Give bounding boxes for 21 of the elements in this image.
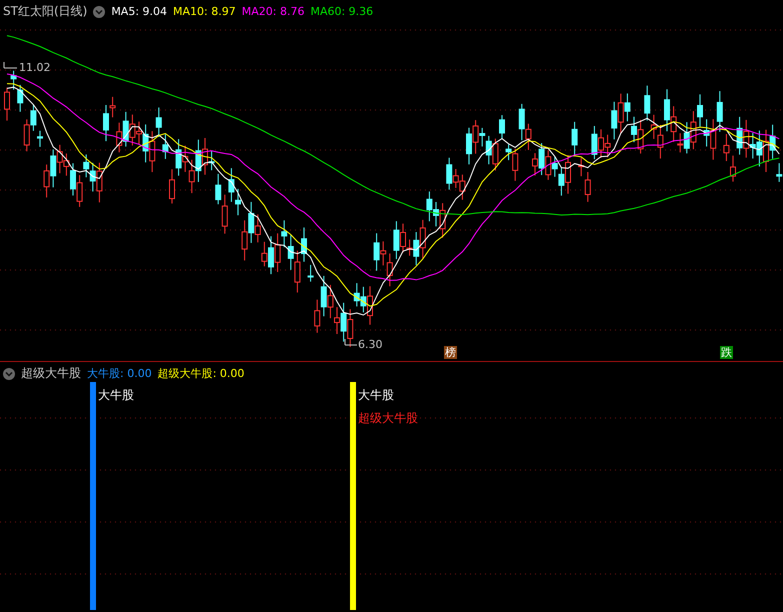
- event-badge[interactable]: 榜: [444, 346, 457, 359]
- signal-label: 超级大牛股: [358, 411, 418, 425]
- high-price-label: 11.02: [19, 62, 50, 74]
- candlestick: [776, 162, 782, 182]
- ma-indicator: MA5: 9.04: [111, 5, 168, 18]
- low-price-label: 6.30: [358, 339, 382, 351]
- high-marker-arrow-icon: [4, 62, 18, 68]
- ma-indicator: MA60: 9.36: [310, 5, 374, 18]
- ma-indicator: MA20: 8.76: [242, 5, 304, 18]
- chevron-down-icon[interactable]: [3, 368, 15, 380]
- event-badge[interactable]: 跌: [720, 346, 733, 359]
- candlestick: [308, 264, 314, 282]
- indicator-title: 超级大牛股: [21, 365, 81, 382]
- indicator-value: 大牛股: 0.00: [87, 366, 152, 381]
- stock-title: ST红太阳(日线): [3, 3, 88, 20]
- signal-label: 大牛股: [98, 388, 134, 402]
- signal-label: 大牛股: [358, 388, 394, 402]
- indicator-value: 超级大牛股: 0.00: [158, 366, 244, 381]
- low-marker-arrow-icon: [344, 338, 358, 346]
- ma-indicator: MA10: 8.97: [173, 5, 236, 18]
- chevron-down-icon[interactable]: [93, 6, 106, 18]
